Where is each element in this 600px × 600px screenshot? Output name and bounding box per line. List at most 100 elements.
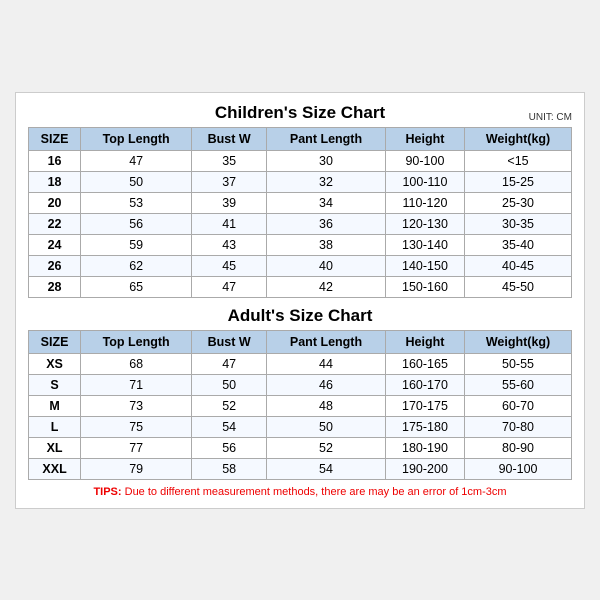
table-cell: 56: [192, 437, 267, 458]
tips-row: TIPS: Due to different measurement metho…: [28, 486, 572, 498]
table-cell: 16: [29, 150, 81, 171]
table-cell: 170-175: [385, 395, 464, 416]
table-cell: 46: [267, 374, 386, 395]
table-cell: 53: [81, 192, 192, 213]
table-cell: 68: [81, 353, 192, 374]
children-col-bust-w: Bust W: [192, 127, 267, 150]
table-cell: 55-60: [465, 374, 572, 395]
table-cell: 41: [192, 213, 267, 234]
children-header-row: SIZE Top Length Bust W Pant Length Heigh…: [29, 127, 572, 150]
table-row: M735248170-17560-70: [29, 395, 572, 416]
children-table: SIZE Top Length Bust W Pant Length Heigh…: [28, 127, 572, 298]
table-row: XXL795854190-20090-100: [29, 458, 572, 479]
table-cell: 44: [267, 353, 386, 374]
table-cell: 90-100: [385, 150, 464, 171]
table-cell: 54: [192, 416, 267, 437]
adults-col-size: SIZE: [29, 330, 81, 353]
table-cell: 52: [267, 437, 386, 458]
table-cell: M: [29, 395, 81, 416]
table-cell: 22: [29, 213, 81, 234]
table-cell: 65: [81, 276, 192, 297]
table-cell: 110-120: [385, 192, 464, 213]
adults-col-height: Height: [385, 330, 464, 353]
adults-title: Adult's Size Chart: [228, 306, 373, 326]
table-cell: 48: [267, 395, 386, 416]
table-cell: XS: [29, 353, 81, 374]
children-col-weight: Weight(kg): [465, 127, 572, 150]
table-cell: 43: [192, 234, 267, 255]
table-cell: 160-165: [385, 353, 464, 374]
table-cell: 180-190: [385, 437, 464, 458]
table-cell: 42: [267, 276, 386, 297]
table-cell: 70-80: [465, 416, 572, 437]
table-cell: 37: [192, 171, 267, 192]
table-row: 1647353090-100<15: [29, 150, 572, 171]
table-cell: 40-45: [465, 255, 572, 276]
table-cell: XL: [29, 437, 81, 458]
table-cell: 36: [267, 213, 386, 234]
children-col-pant-length: Pant Length: [267, 127, 386, 150]
table-row: 24594338130-14035-40: [29, 234, 572, 255]
table-cell: 30-35: [465, 213, 572, 234]
table-row: 20533934110-12025-30: [29, 192, 572, 213]
table-cell: 45-50: [465, 276, 572, 297]
table-cell: 56: [81, 213, 192, 234]
table-cell: 73: [81, 395, 192, 416]
table-cell: 39: [192, 192, 267, 213]
table-row: L755450175-18070-80: [29, 416, 572, 437]
table-cell: 32: [267, 171, 386, 192]
table-cell: 62: [81, 255, 192, 276]
children-col-size: SIZE: [29, 127, 81, 150]
table-cell: 50: [192, 374, 267, 395]
table-cell: 47: [81, 150, 192, 171]
table-cell: 50: [81, 171, 192, 192]
table-row: 28654742150-16045-50: [29, 276, 572, 297]
table-cell: 120-130: [385, 213, 464, 234]
table-cell: 90-100: [465, 458, 572, 479]
table-cell: 130-140: [385, 234, 464, 255]
chart-container: Children's Size Chart UNIT: CM SIZE Top …: [15, 92, 585, 509]
table-cell: 52: [192, 395, 267, 416]
adults-col-pant-length: Pant Length: [267, 330, 386, 353]
table-cell: 35: [192, 150, 267, 171]
children-col-height: Height: [385, 127, 464, 150]
adults-col-top-length: Top Length: [81, 330, 192, 353]
table-cell: 25-30: [465, 192, 572, 213]
table-cell: 35-40: [465, 234, 572, 255]
table-row: 22564136120-13030-35: [29, 213, 572, 234]
adults-title-row: Adult's Size Chart: [28, 306, 572, 326]
table-cell: 50-55: [465, 353, 572, 374]
table-cell: 71: [81, 374, 192, 395]
table-cell: 18: [29, 171, 81, 192]
children-col-top-length: Top Length: [81, 127, 192, 150]
table-cell: 47: [192, 276, 267, 297]
table-row: 26624540140-15040-45: [29, 255, 572, 276]
table-cell: 75: [81, 416, 192, 437]
table-cell: 100-110: [385, 171, 464, 192]
table-row: 18503732100-11015-25: [29, 171, 572, 192]
table-cell: 77: [81, 437, 192, 458]
table-cell: 47: [192, 353, 267, 374]
table-cell: S: [29, 374, 81, 395]
table-cell: 54: [267, 458, 386, 479]
children-title-row: Children's Size Chart UNIT: CM: [28, 103, 572, 123]
children-title: Children's Size Chart: [215, 103, 385, 123]
adults-header-row: SIZE Top Length Bust W Pant Length Heigh…: [29, 330, 572, 353]
table-row: S715046160-17055-60: [29, 374, 572, 395]
table-cell: 50: [267, 416, 386, 437]
table-cell: 79: [81, 458, 192, 479]
table-cell: 140-150: [385, 255, 464, 276]
table-cell: XXL: [29, 458, 81, 479]
table-cell: 26: [29, 255, 81, 276]
table-row: XL775652180-19080-90: [29, 437, 572, 458]
table-cell: 40: [267, 255, 386, 276]
table-cell: L: [29, 416, 81, 437]
table-cell: 58: [192, 458, 267, 479]
table-cell: 15-25: [465, 171, 572, 192]
adults-col-weight: Weight(kg): [465, 330, 572, 353]
table-cell: <15: [465, 150, 572, 171]
table-cell: 30: [267, 150, 386, 171]
adults-col-bust-w: Bust W: [192, 330, 267, 353]
table-cell: 175-180: [385, 416, 464, 437]
table-cell: 34: [267, 192, 386, 213]
